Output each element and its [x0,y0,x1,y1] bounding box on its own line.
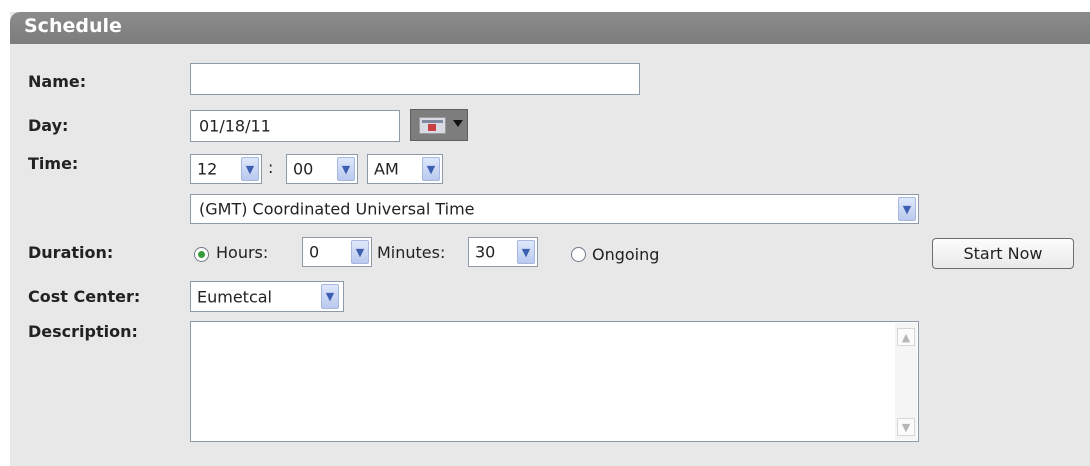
chevron-down-icon [453,120,463,127]
schedule-header: Schedule [10,12,1090,44]
calendar-icon [419,117,446,134]
timezone-select[interactable]: (GMT) Coordinated Universal Time ▼ [190,194,919,224]
cost-center-select[interactable]: Eumetcal ▼ [190,281,344,312]
chevron-down-icon: ▼ [517,240,535,264]
minutes-value: 30 [475,242,496,262]
time-separator: : [268,158,274,177]
name-label: Name: [28,72,87,91]
hour-select[interactable]: 12 ▼ [190,154,262,184]
day-input-value: 01/18/11 [199,116,271,136]
chevron-down-icon: ▼ [351,240,369,264]
hour-value: 12 [197,159,218,179]
description-label: Description: [28,322,138,341]
chevron-down-icon: ▼ [241,157,259,181]
description-textarea[interactable]: ▲ ▼ [190,321,919,442]
chevron-down-icon: ▼ [422,157,440,181]
day-input[interactable]: 01/18/11 [190,110,400,142]
cost-center-label: Cost Center: [28,287,141,306]
hours-label: Hours: [216,243,269,262]
scroll-down-icon[interactable]: ▼ [897,418,915,436]
name-input[interactable] [190,63,640,95]
minute-value: 00 [293,159,314,179]
scroll-up-icon[interactable]: ▲ [897,328,915,346]
ongoing-radio[interactable] [571,247,586,262]
calendar-button[interactable] [410,109,468,141]
chevron-down-icon: ▼ [898,197,916,221]
chevron-down-icon: ▼ [337,157,355,181]
timezone-value: (GMT) Coordinated Universal Time [199,199,475,219]
hours-value: 0 [309,242,320,262]
ampm-value: AM [374,159,399,179]
minute-select[interactable]: 00 ▼ [286,154,358,184]
day-label: Day: [28,116,69,135]
hours-select[interactable]: 0 ▼ [302,237,372,267]
duration-label: Duration: [28,243,114,262]
description-scrollbar[interactable]: ▲ ▼ [895,323,917,440]
chevron-down-icon: ▼ [321,284,339,309]
start-now-button[interactable]: Start Now [932,238,1074,269]
minutes-select[interactable]: 30 ▼ [468,237,538,267]
hours-radio[interactable] [194,247,209,262]
cost-center-value: Eumetcal [197,287,272,306]
ongoing-label: Ongoing [592,245,660,264]
schedule-title: Schedule [24,15,122,37]
ampm-select[interactable]: AM ▼ [367,154,443,184]
time-label: Time: [28,154,79,173]
minutes-label: Minutes: [377,243,446,262]
